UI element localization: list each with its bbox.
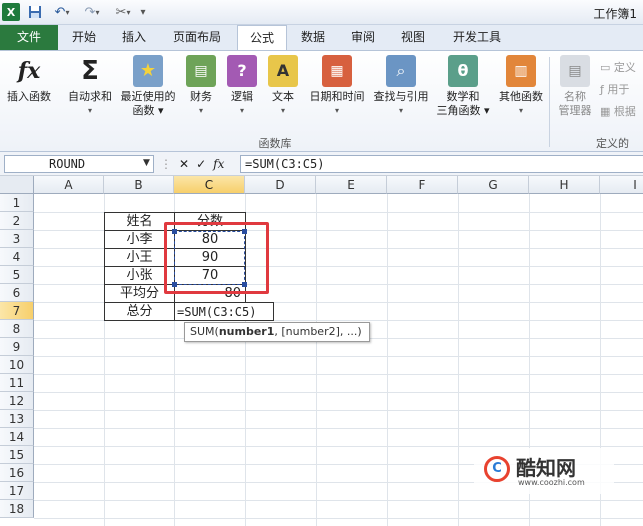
tools-icon[interactable]: ✂ ▾ <box>112 3 134 21</box>
row-header[interactable]: 16 <box>0 464 34 482</box>
column-header[interactable]: I <box>600 176 643 194</box>
cell-b7[interactable]: 总分 <box>104 302 175 321</box>
annotation-red-box <box>164 222 269 294</box>
column-header[interactable]: A <box>34 176 104 194</box>
select-all-corner[interactable] <box>0 176 34 194</box>
watermark-url: www.coozhi.com <box>518 478 585 487</box>
window-title: 工作簿1 <box>593 7 637 21</box>
tab-formulas[interactable]: 公式 <box>237 25 287 51</box>
row-header[interactable]: 2 <box>0 212 34 230</box>
row-header[interactable]: 6 <box>0 284 34 302</box>
column-header[interactable]: F <box>387 176 458 194</box>
tab-data[interactable]: 数据 <box>289 25 337 50</box>
row-header[interactable]: 5 <box>0 266 34 284</box>
row-header[interactable]: 18 <box>0 500 34 518</box>
tab-insert[interactable]: 插入 <box>110 25 158 50</box>
name-box-dropdown-icon[interactable]: ▼ <box>143 158 150 168</box>
ribbon-tabs: 文件 开始 插入 页面布局 公式 数据 审阅 视图 开发工具 <box>0 25 643 51</box>
math-trig-button[interactable]: θ 数学和 三角函数 ▾ <box>433 55 493 118</box>
magnifier-book-icon: ⌕ <box>386 55 416 87</box>
tab-page-layout[interactable]: 页面布局 <box>160 25 234 50</box>
cell-c7-editing[interactable]: =SUM(C3:C5) <box>174 302 274 321</box>
group-separator <box>549 57 550 147</box>
question-book-icon: ? <box>227 55 257 87</box>
books-icon: ▥ <box>506 55 536 87</box>
tab-view[interactable]: 视图 <box>389 25 437 50</box>
lookup-reference-button[interactable]: ⌕ 查找与引用 ▾ <box>369 55 433 118</box>
star-book-icon: ★ <box>133 55 163 87</box>
row-header[interactable]: 12 <box>0 392 34 410</box>
redo-icon[interactable]: ↷ ▾ <box>80 3 104 21</box>
sigma-icon: Σ <box>81 56 99 86</box>
formula-bar: ROUND ▼ ⋮ ✕ ✓ fx =SUM(C3:C5) <box>0 152 643 176</box>
tab-file[interactable]: 文件 <box>0 25 58 50</box>
column-header[interactable]: G <box>458 176 529 194</box>
watermark: C 酷知网 www.coozhi.com <box>474 448 614 494</box>
undo-icon[interactable]: ↶ ▾ <box>50 3 74 21</box>
financial-book-icon: ▤ <box>186 55 216 87</box>
row-header[interactable]: 10 <box>0 356 34 374</box>
text-button[interactable]: A 文本 ▾ <box>266 55 300 118</box>
column-header[interactable]: H <box>529 176 600 194</box>
autosum-button[interactable]: Σ 自动求和 ▾ <box>62 55 118 118</box>
watermark-logo-icon: C <box>484 456 510 482</box>
excel-window: X ↶ ▾ ↷ ▾ ✂ ▾ ▾ 工作簿1 文件 开始 插入 页面布局 公式 数据 审阅… <box>0 0 643 526</box>
logical-button[interactable]: ? 逻辑 ▾ <box>225 55 259 118</box>
text-book-icon: A <box>268 55 298 87</box>
row-header[interactable]: 9 <box>0 338 34 356</box>
use-in-formula-button[interactable]: ƒ 用于 <box>600 83 629 97</box>
row-header[interactable]: 7 <box>0 302 34 320</box>
financial-button[interactable]: ▤ 财务 ▾ <box>184 55 218 118</box>
row-header[interactable]: 11 <box>0 374 34 392</box>
column-header[interactable]: E <box>316 176 387 194</box>
group-label-function-library: 函数库 <box>258 137 292 150</box>
quick-access-toolbar: X ↶ ▾ ↷ ▾ ✂ ▾ ▾ 工作簿1 <box>0 0 643 25</box>
formula-input[interactable]: =SUM(C3:C5) <box>240 155 643 173</box>
tab-home[interactable]: 开始 <box>60 25 108 50</box>
formula-bar-buttons: ⋮ ✕ ✓ fx <box>160 155 240 173</box>
row-header[interactable]: 17 <box>0 482 34 500</box>
more-functions-button[interactable]: ▥ 其他函数 ▾ <box>494 55 548 118</box>
theta-book-icon: θ <box>448 55 478 87</box>
column-header[interactable]: D <box>245 176 316 194</box>
name-box[interactable]: ROUND <box>4 155 154 173</box>
insert-function-button[interactable]: fx 插入函数 <box>2 55 56 104</box>
excel-app-icon[interactable]: X <box>2 3 20 21</box>
row-header[interactable]: 1 <box>0 194 34 212</box>
column-header[interactable]: C <box>174 176 245 194</box>
row-header[interactable]: 15 <box>0 446 34 464</box>
ribbon-formulas: fx 插入函数 Σ 自动求和 ▾ ★ 最近使用的 函数 ▾ ▤ 财务 ▾ ? 逻… <box>0 50 643 152</box>
save-icon[interactable] <box>26 3 44 21</box>
watermark-name: 酷知网 <box>516 456 576 480</box>
tab-developer[interactable]: 开发工具 <box>440 25 514 50</box>
row-header[interactable]: 8 <box>0 320 34 338</box>
column-header[interactable]: B <box>104 176 174 194</box>
calendar-book-icon: ▦ <box>322 55 352 87</box>
row-header[interactable]: 3 <box>0 230 34 248</box>
row-header[interactable]: 14 <box>0 428 34 446</box>
date-time-button[interactable]: ▦ 日期和时间 ▾ <box>305 55 369 118</box>
function-argument-tooltip[interactable]: SUM(number1, [number2], ...) <box>184 322 370 342</box>
customize-qat-icon[interactable]: ▾ <box>138 3 148 21</box>
cancel-icon[interactable]: ✕ <box>179 157 189 171</box>
row-header[interactable]: 4 <box>0 248 34 266</box>
define-name-button[interactable]: ▭ 定义 <box>600 61 636 75</box>
create-from-selection-button[interactable]: ▦ 根据 <box>600 105 636 119</box>
fx-icon: fx <box>17 58 41 84</box>
insert-function-icon[interactable]: fx <box>213 157 224 171</box>
row-header[interactable]: 13 <box>0 410 34 428</box>
group-label-defined-names: 定义的 <box>596 137 629 150</box>
name-manager-button[interactable]: ▤ 名称 管理器 <box>553 55 597 118</box>
recently-used-button[interactable]: ★ 最近使用的 函数 ▾ <box>117 55 179 118</box>
enter-icon[interactable]: ✓ <box>196 157 206 171</box>
name-manager-icon: ▤ <box>560 55 590 87</box>
tab-review[interactable]: 审阅 <box>339 25 387 50</box>
expand-handle-icon: ⋮ <box>160 157 172 171</box>
